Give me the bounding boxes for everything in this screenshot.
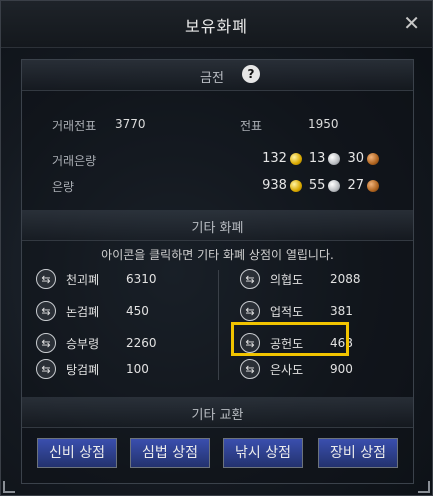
silver-coin-icon bbox=[328, 179, 341, 192]
trade-gold-value: 132 bbox=[262, 151, 287, 166]
exchange-icon[interactable]: ⇆ bbox=[240, 359, 260, 379]
currency-name: 의협도 bbox=[270, 272, 304, 287]
trade-silver-value: 13 bbox=[308, 151, 326, 166]
currency-item-uihyeopdo[interactable]: ⇆ 의협도 2088 bbox=[240, 268, 361, 290]
help-icon[interactable]: ? bbox=[242, 65, 260, 83]
exchange-icon[interactable]: ⇆ bbox=[36, 269, 56, 289]
exchange-icon[interactable]: ⇆ bbox=[36, 301, 56, 321]
gold-section-header: 금전 ? bbox=[22, 60, 413, 91]
gold-value: 938 bbox=[262, 178, 287, 193]
currency-name: 업적도 bbox=[270, 304, 304, 319]
currency-item-eopjeokdo[interactable]: ⇆ 업적도 381 bbox=[240, 300, 353, 322]
currency-value: 2088 bbox=[330, 272, 361, 286]
content-panel: 금전 ? 거래전표 3770 전표 1950 거래은량 132 13 30 은량… bbox=[21, 59, 414, 484]
trade-ticket-value: 3770 bbox=[115, 117, 146, 131]
currency-item-tanggeompye[interactable]: ⇆ 탕검폐 100 bbox=[36, 358, 149, 380]
trade-money-label: 거래은량 bbox=[52, 154, 97, 168]
exchange-section-title: 기타 교환 bbox=[191, 408, 244, 423]
equipment-shop-button[interactable]: 장비 상점 bbox=[318, 438, 398, 468]
fishing-shop-button[interactable]: 낚시 상점 bbox=[223, 438, 303, 468]
mind-method-shop-button[interactable]: 심법 상점 bbox=[130, 438, 210, 468]
currency-value: 381 bbox=[330, 304, 353, 318]
currency-name: 승부령 bbox=[66, 336, 100, 351]
money-amount: 938 55 27 bbox=[262, 178, 383, 193]
other-currency-header: 기타 화폐 bbox=[22, 210, 413, 241]
title-bar[interactable]: 보유화폐 ✕ bbox=[1, 1, 432, 48]
currency-value: 450 bbox=[126, 304, 149, 318]
bronze-value: 27 bbox=[347, 178, 364, 193]
currency-name: 논검폐 bbox=[66, 304, 100, 319]
currency-name: 은사도 bbox=[270, 362, 304, 377]
window-title: 보유화폐 bbox=[185, 17, 248, 36]
gold-coin-icon bbox=[289, 152, 302, 165]
close-icon[interactable]: ✕ bbox=[403, 11, 420, 35]
shop-hint-text: 아이콘을 클릭하면 기타 화폐 상점이 열립니다. bbox=[101, 248, 334, 262]
exchange-icon[interactable]: ⇆ bbox=[36, 333, 56, 353]
currency-value: 6310 bbox=[126, 272, 157, 286]
exchange-icon[interactable]: ⇆ bbox=[240, 269, 260, 289]
trade-bronze-value: 30 bbox=[347, 151, 364, 166]
money-label: 은량 bbox=[52, 180, 75, 194]
currency-window: 보유화폐 ✕ 금전 ? 거래전표 3770 전표 1950 거래은량 132 1… bbox=[0, 0, 433, 496]
exchange-section-header: 기타 교환 bbox=[22, 397, 413, 428]
currency-item-nongeompye[interactable]: ⇆ 논검폐 450 bbox=[36, 300, 149, 322]
other-currency-title: 기타 화폐 bbox=[191, 221, 244, 236]
exchange-icon[interactable]: ⇆ bbox=[36, 359, 56, 379]
silver-coin-icon bbox=[328, 152, 341, 165]
gold-section-title: 금전 bbox=[200, 71, 224, 86]
currency-item-cheongoepye[interactable]: ⇆ 천괴폐 6310 bbox=[36, 268, 157, 290]
currency-value: 100 bbox=[126, 362, 149, 376]
bronze-coin-icon bbox=[367, 152, 379, 165]
currency-name: 천괴폐 bbox=[66, 272, 100, 287]
mystic-shop-button[interactable]: 신비 상점 bbox=[37, 438, 117, 468]
silver-value: 55 bbox=[308, 178, 326, 193]
currency-name: 탕검폐 bbox=[66, 362, 100, 377]
trade-money-amount: 132 13 30 bbox=[262, 151, 383, 166]
ticket-label: 전표 bbox=[240, 119, 263, 133]
currency-value: 900 bbox=[330, 362, 353, 376]
trade-ticket-label: 거래전표 bbox=[52, 119, 97, 133]
gold-coin-icon bbox=[289, 179, 302, 192]
bronze-coin-icon bbox=[367, 179, 379, 192]
currency-item-eunsado[interactable]: ⇆ 은사도 900 bbox=[240, 358, 353, 380]
highlight-box bbox=[231, 322, 349, 356]
ticket-value: 1950 bbox=[308, 117, 339, 131]
column-divider bbox=[218, 270, 219, 380]
exchange-icon[interactable]: ⇆ bbox=[240, 301, 260, 321]
corner-ornament bbox=[3, 481, 15, 493]
corner-ornament bbox=[418, 481, 430, 493]
currency-item-seungburyeong[interactable]: ⇆ 승부령 2260 bbox=[36, 332, 157, 354]
currency-value: 2260 bbox=[126, 336, 157, 350]
